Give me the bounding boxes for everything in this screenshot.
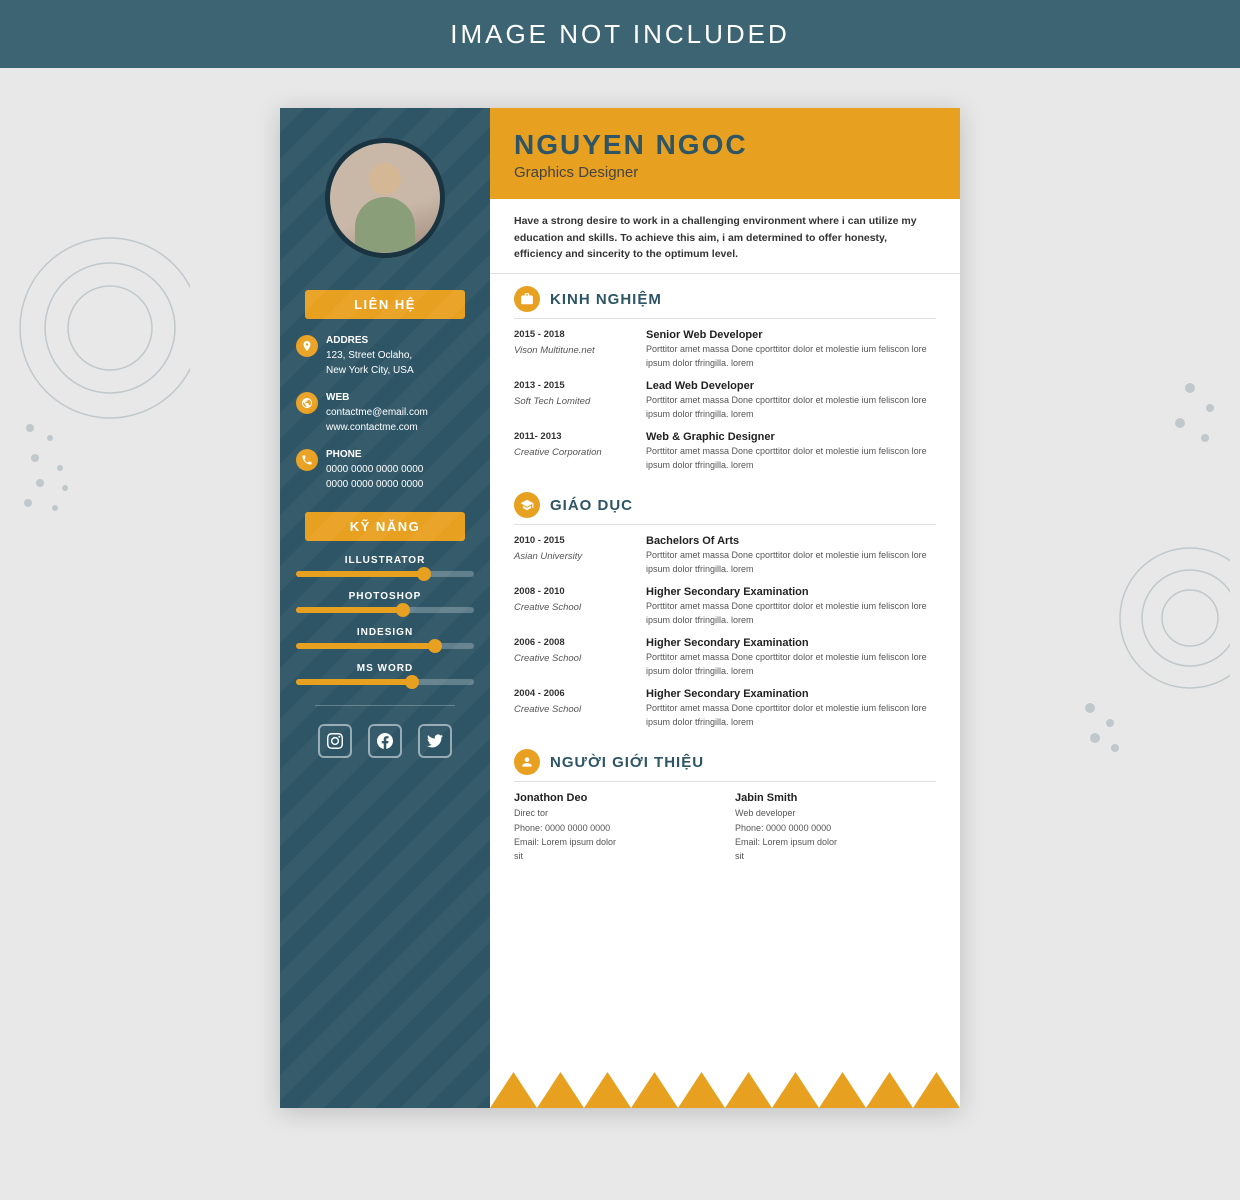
web-icon — [296, 392, 318, 414]
summary-text: Have a strong desire to work in a challe… — [514, 213, 936, 263]
edu-entry-0: 2010 - 2015 Asian University Bachelors O… — [514, 535, 936, 576]
referee-1: Jabin Smith Web developer Phone: 0000 00… — [735, 792, 936, 864]
exp-entry-0: 2015 - 2018 Vison Multitune.net Senior W… — [514, 329, 936, 370]
contact-phone: PHONE 0000 0000 0000 0000 0000 0000 0000… — [296, 447, 474, 492]
experience-title-row: KINH NGHIỆM — [514, 286, 936, 319]
experience-icon — [514, 286, 540, 312]
social-row — [318, 724, 452, 758]
bottom-zigzag — [490, 1072, 960, 1108]
edu-right-3: Higher Secondary Examination Porttitor a… — [646, 688, 936, 729]
sidebar-divider — [315, 705, 455, 706]
deco-circles-right — [1050, 268, 1230, 768]
referees-row: Jonathon Deo Direc tor Phone: 0000 0000 … — [514, 792, 936, 864]
avatar-person — [350, 163, 420, 253]
education-title-row: GIÁO DỤC — [514, 492, 936, 525]
experience-title: KINH NGHIỆM — [550, 291, 662, 308]
phone-text: PHONE 0000 0000 0000 0000 0000 0000 0000… — [326, 447, 423, 492]
edu-left-3: 2004 - 2006 Creative School — [514, 688, 634, 729]
exp-left-0: 2015 - 2018 Vison Multitune.net — [514, 329, 634, 370]
skills-label: KỸ NĂNG — [305, 512, 465, 541]
address-icon — [296, 335, 318, 357]
contact-label: LIÊN HỆ — [305, 290, 465, 319]
edu-right-0: Bachelors Of Arts Porttitor amet massa D… — [646, 535, 936, 576]
exp-left-1: 2013 - 2015 Soft Tech Lomited — [514, 380, 634, 421]
web-text: WEB contactme@email.com www.contactme.co… — [326, 390, 428, 435]
edu-left-2: 2006 - 2008 Creative School — [514, 637, 634, 678]
referee-0: Jonathon Deo Direc tor Phone: 0000 0000 … — [514, 792, 715, 864]
contact-web: WEB contactme@email.com www.contactme.co… — [296, 390, 474, 435]
skills-list: ILLUSTRATOR PHOTOSHOP INDESIGN — [280, 555, 490, 685]
instagram-icon[interactable] — [318, 724, 352, 758]
avatar-head — [369, 163, 401, 195]
avatar-placeholder — [330, 143, 440, 253]
skill-bar-photoshop — [296, 607, 474, 613]
main-content: NGUYEN NGOC Graphics Designer Have a str… — [490, 108, 960, 1108]
skill-msword: MS WORD — [296, 663, 474, 685]
referees-title: NGƯỜI GIỚI THIỆU — [550, 754, 704, 771]
skill-photoshop: PHOTOSHOP — [296, 591, 474, 613]
edu-entry-3: 2004 - 2006 Creative School Higher Secon… — [514, 688, 936, 729]
deco-circles-left — [10, 128, 190, 528]
summary-block: Have a strong desire to work in a challe… — [490, 199, 960, 274]
exp-right-1: Lead Web Developer Porttitor amet massa … — [646, 380, 936, 421]
phone-icon — [296, 449, 318, 471]
skill-illustrator: ILLUSTRATOR — [296, 555, 474, 577]
avatar-body — [355, 197, 415, 252]
full-name: NGUYEN NGOC — [514, 130, 936, 161]
education-title: GIÁO DỤC — [550, 497, 633, 514]
edu-entry-1: 2008 - 2010 Creative School Higher Secon… — [514, 586, 936, 627]
address-text: ADDRES 123, Street Oclaho, New York City… — [326, 333, 414, 378]
banner-text: IMAGE NOT INCLUDED — [450, 19, 790, 50]
referees-title-row: NGƯỜI GIỚI THIỆU — [514, 749, 936, 782]
edu-entry-2: 2006 - 2008 Creative School Higher Secon… — [514, 637, 936, 678]
avatar — [325, 138, 445, 258]
edu-right-1: Higher Secondary Examination Porttitor a… — [646, 586, 936, 627]
experience-entries: 2015 - 2018 Vison Multitune.net Senior W… — [514, 329, 936, 472]
edu-left-1: 2008 - 2010 Creative School — [514, 586, 634, 627]
top-banner: IMAGE NOT INCLUDED — [0, 0, 1240, 68]
exp-right-2: Web & Graphic Designer Porttitor amet ma… — [646, 431, 936, 472]
referees-section: NGƯỜI GIỚI THIỆU Jonathon Deo Direc tor … — [490, 737, 960, 872]
exp-left-2: 2011- 2013 Creative Corporation — [514, 431, 634, 472]
edu-left-0: 2010 - 2015 Asian University — [514, 535, 634, 576]
page-wrapper: LIÊN HỆ ADDRES 123, Street Oclaho, New Y… — [0, 68, 1240, 1148]
resume-card: LIÊN HỆ ADDRES 123, Street Oclaho, New Y… — [280, 108, 960, 1108]
edu-right-2: Higher Secondary Examination Porttitor a… — [646, 637, 936, 678]
education-section: GIÁO DỤC 2010 - 2015 Asian University Ba… — [490, 480, 960, 737]
skill-bar-indesign — [296, 643, 474, 649]
experience-section: KINH NGHIỆM 2015 - 2018 Vison Multitune.… — [490, 274, 960, 480]
referees-icon — [514, 749, 540, 775]
skill-indesign: INDESIGN — [296, 627, 474, 649]
sidebar: LIÊN HỆ ADDRES 123, Street Oclaho, New Y… — [280, 108, 490, 1108]
facebook-icon[interactable] — [368, 724, 402, 758]
education-entries: 2010 - 2015 Asian University Bachelors O… — [514, 535, 936, 729]
skill-bar-illustrator — [296, 571, 474, 577]
contact-list: ADDRES 123, Street Oclaho, New York City… — [280, 333, 490, 492]
twitter-icon[interactable] — [418, 724, 452, 758]
education-icon — [514, 492, 540, 518]
exp-entry-2: 2011- 2013 Creative Corporation Web & Gr… — [514, 431, 936, 472]
job-title: Graphics Designer — [514, 164, 936, 181]
skill-bar-msword — [296, 679, 474, 685]
name-header: NGUYEN NGOC Graphics Designer — [490, 108, 960, 199]
contact-address: ADDRES 123, Street Oclaho, New York City… — [296, 333, 474, 378]
exp-right-0: Senior Web Developer Porttitor amet mass… — [646, 329, 936, 370]
exp-entry-1: 2013 - 2015 Soft Tech Lomited Lead Web D… — [514, 380, 936, 421]
